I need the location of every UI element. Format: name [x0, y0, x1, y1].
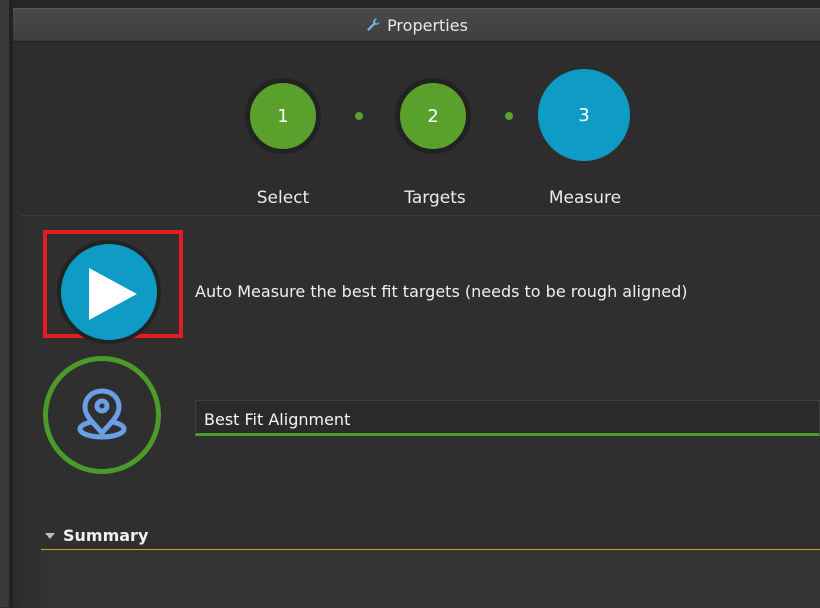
step-connector-dot — [505, 112, 513, 120]
step-connector-dot — [355, 112, 363, 120]
summary-label: Summary — [63, 526, 149, 545]
alignment-field[interactable]: Best Fit Alignment — [195, 400, 820, 436]
play-icon — [89, 268, 137, 320]
summary-body — [41, 550, 820, 608]
step-select[interactable]: 1 — [245, 78, 321, 154]
wrench-icon — [367, 18, 380, 31]
location-pin-icon — [77, 388, 127, 440]
properties-panel: Properties 1 2 3 Select Targets Measure … — [13, 0, 820, 608]
panel-titlebar: Properties — [13, 8, 820, 42]
auto-measure-button[interactable] — [57, 240, 161, 344]
panel-title: Properties — [387, 15, 468, 35]
step-targets[interactable]: 2 — [395, 78, 471, 154]
step-label-measure: Measure — [548, 188, 622, 208]
step-number: 3 — [578, 104, 590, 126]
auto-measure-description: Auto Measure the best fit targets (needs… — [195, 282, 688, 301]
measure-content: Auto Measure the best fit targets (needs… — [21, 215, 820, 608]
step-number: 2 — [427, 105, 439, 127]
collapse-triangle-icon[interactable] — [45, 532, 55, 539]
summary-header[interactable]: Summary — [41, 522, 820, 550]
step-label-targets: Targets — [404, 188, 466, 208]
step-number: 1 — [277, 105, 289, 127]
top-strip — [13, 0, 820, 8]
step-label-select: Select — [256, 188, 310, 208]
alignment-button[interactable] — [43, 356, 161, 474]
highlight-box — [43, 230, 183, 344]
step-measure[interactable]: 3 — [538, 69, 630, 161]
